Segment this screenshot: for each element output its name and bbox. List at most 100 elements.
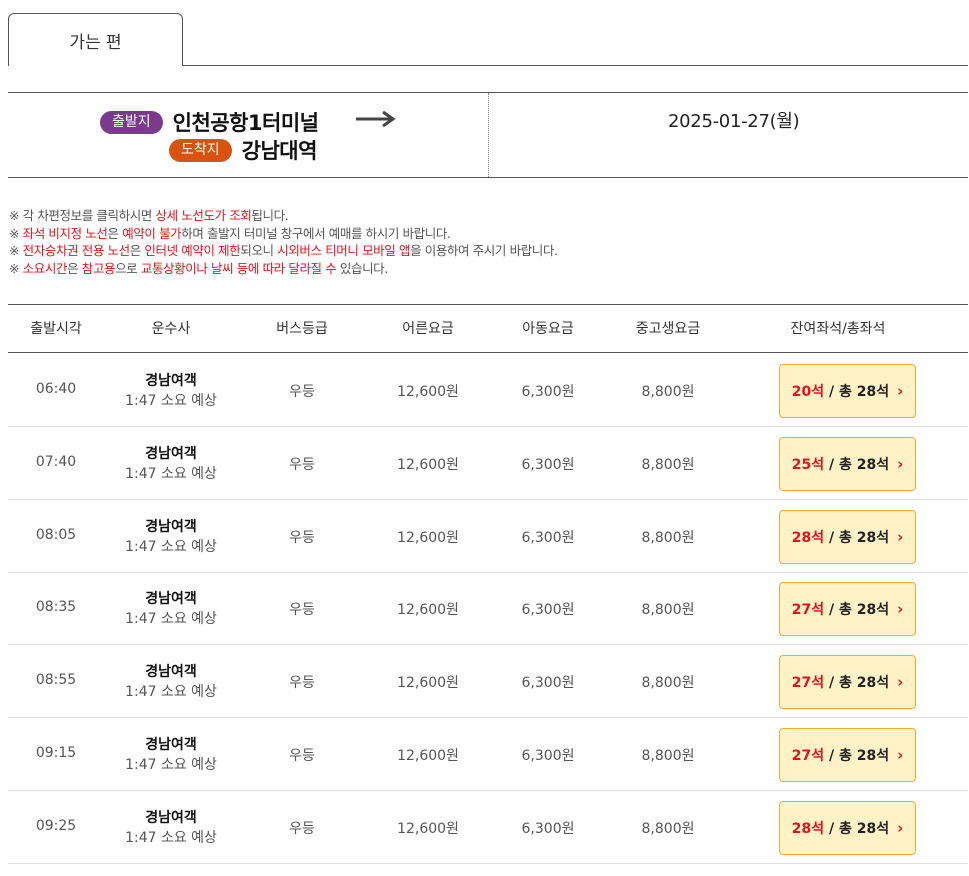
- estimated-duration: 1:47 소요 예상: [125, 611, 217, 628]
- notice-text: 하며 출발지 터미널 창구에서 예매를 하시기 바랍니다.: [181, 225, 451, 241]
- adult-fare: 12,600원: [397, 748, 459, 764]
- departure-time: 08:55: [35, 672, 77, 689]
- departure-badge: 출발지: [100, 110, 163, 134]
- notice-highlight: 소요시간: [22, 260, 68, 276]
- bus-grade: 우등: [289, 820, 315, 837]
- departure-row: 출발지 인천공항1터미널: [100, 107, 319, 137]
- estimated-duration: 1:47 소요 예상: [125, 684, 217, 701]
- seat-select-button[interactable]: 27석 / 총 28석 ›: [779, 582, 916, 637]
- child-fare: 6,300원: [521, 456, 575, 473]
- column-header: 버스등급: [276, 321, 328, 337]
- seat-select-button[interactable]: 27석 / 총 28석 ›: [779, 728, 916, 782]
- child-fare: 6,300원: [521, 384, 575, 400]
- youth-fare: 8,800원: [641, 675, 695, 692]
- remaining-seats: 25석: [791, 456, 825, 473]
- youth-fare: 8,800원: [641, 529, 695, 546]
- notice-line: ※ 소요시간은 참고용으로 교통상황이나 날씨 등에 따라 달라질 수 있습니다…: [9, 260, 558, 278]
- column-header: 어른요금: [402, 321, 454, 337]
- child-fare: 6,300원: [521, 748, 575, 764]
- table-row[interactable]: 08:55 경남여객 1:47 소요 예상 우등 12,600원 6,300원 8,800원…: [8, 645, 968, 719]
- notice-line: ※ 좌석 비지정 노선은 예약이 불가하며 출발지 터미널 창구에서 예매를 하…: [9, 225, 558, 243]
- table-header: 출발시각 운수사 버스등급 어른요금 아동요금 중고생요금 잔여좌석/총좌석: [8, 304, 968, 353]
- departure-time: 08:05: [35, 526, 77, 543]
- total-seats: / 총 28석: [824, 456, 890, 473]
- tab-outbound[interactable]: 가는 편: [8, 13, 183, 66]
- table-row[interactable]: 08:35 경남여객 1:47 소요 예상 우등 12,600원 6,300원 8,800원…: [8, 572, 968, 646]
- total-seats: / 총 28석: [824, 820, 890, 837]
- bus-company: 경남여객 1:47 소요 예상: [125, 808, 217, 848]
- notice-text: 은: [129, 243, 145, 258]
- notice-text: ※ 각 차편정보를 클릭하시면: [9, 208, 156, 223]
- bus-company: 경남여객 1:47 소요 예상: [125, 517, 217, 557]
- bus-company: 경남여객 1:47 소요 예상: [125, 444, 217, 484]
- bus-company: 경남여객 1:47 소요 예상: [125, 371, 217, 411]
- remaining-seats: 27석: [791, 748, 825, 764]
- company-name: 경남여객: [145, 809, 197, 826]
- adult-fare: 12,600원: [397, 675, 459, 692]
- bus-grade: 우등: [289, 602, 315, 619]
- estimated-duration: 1:47 소요 예상: [125, 538, 217, 555]
- notice-highlight: 상세 노선도가 조회: [155, 208, 252, 223]
- notice-text: 은: [107, 225, 123, 241]
- column-header: 중고생요금: [635, 321, 701, 337]
- bus-company: 경남여객 1:47 소요 예상: [125, 735, 217, 775]
- bus-grade: 우등: [289, 384, 315, 400]
- departure-time: 07:40: [35, 453, 77, 470]
- adult-fare: 12,600원: [397, 456, 459, 473]
- bus-company: 경남여객 1:47 소요 예상: [125, 662, 217, 702]
- notice-highlight: 인터넷 예약이 제한: [144, 243, 241, 258]
- total-seats: / 총 28석: [824, 675, 890, 692]
- notice-list: ※ 각 차편정보를 클릭하시면 상세 노선도가 조회됩니다. ※ 좌석 비지정 노…: [9, 207, 558, 277]
- estimated-duration: 1:47 소요 예상: [125, 757, 217, 773]
- departure-time: 09:15: [35, 745, 77, 761]
- company-name: 경남여객: [145, 591, 197, 608]
- notice-text: 되오니: [240, 243, 278, 258]
- notice-text: ※: [9, 260, 23, 276]
- company-name: 경남여객: [145, 518, 197, 535]
- column-header: 잔여좌석/총좌석: [790, 321, 886, 337]
- bus-company: 경남여객 1:47 소요 예상: [125, 589, 217, 629]
- adult-fare: 12,600원: [397, 820, 459, 837]
- table-row[interactable]: 07:40 경남여객 1:47 소요 예상 우등 12,600원 6,300원 8,800원…: [8, 427, 968, 500]
- column-header: 출발시각: [30, 321, 82, 337]
- notice-highlight: 시외버스 티머니 모바일 앱: [277, 243, 411, 258]
- notice-text: 은: [67, 260, 82, 276]
- company-name: 경남여객: [145, 445, 197, 462]
- bus-grade: 우등: [289, 675, 315, 692]
- departure-date: 2025-01-27(월): [668, 111, 800, 132]
- notice-highlight: 예약이 불가: [122, 225, 182, 241]
- child-fare: 6,300원: [521, 529, 575, 546]
- notice-text: ※: [9, 225, 23, 241]
- estimated-duration: 1:47 소요 예상: [125, 465, 217, 482]
- table-row[interactable]: 06:40 경남여객 1:47 소요 예상 우등 12,600원 6,300원 8,800원…: [8, 354, 968, 427]
- notice-line: ※ 각 차편정보를 클릭하시면 상세 노선도가 조회됩니다.: [9, 207, 558, 225]
- table-row[interactable]: 09:15 경남여객 1:47 소요 예상 우등 12,600원 6,300원 8,800원…: [8, 718, 968, 791]
- seat-select-button[interactable]: 28석 / 총 28석 ›: [779, 509, 916, 564]
- chevron-right-icon: ›: [897, 818, 904, 837]
- seat-select-button[interactable]: 27석 / 총 28석 ›: [779, 655, 916, 710]
- notice-line: ※ 전자승차권 전용 노선은 인터넷 예약이 제한되오니 시외버스 티머니 모바…: [9, 242, 558, 260]
- arrival-name: 강남대역: [241, 139, 318, 163]
- table-row[interactable]: 08:05 경남여객 1:47 소요 예상 우등 12,600원 6,300원 8,800원…: [8, 500, 968, 573]
- seat-select-button[interactable]: 28석 / 총 28석 ›: [779, 800, 916, 855]
- remaining-seats: 28석: [791, 529, 825, 546]
- departure-time: 09:25: [35, 817, 77, 834]
- child-fare: 6,300원: [521, 820, 575, 837]
- table-row[interactable]: 09:25 경남여객 1:47 소요 예상 우등 12,600원 6,300원 8,800원…: [8, 791, 968, 864]
- chevron-right-icon: ›: [897, 382, 904, 400]
- remaining-seats: 27석: [791, 602, 825, 619]
- arrival-badge: 도착지: [169, 138, 232, 162]
- departure-time: 06:40: [35, 381, 77, 397]
- right-arrow-icon: [356, 110, 396, 128]
- youth-fare: 8,800원: [641, 748, 695, 764]
- notice-text: 됩니다.: [251, 208, 289, 223]
- adult-fare: 12,600원: [397, 602, 459, 619]
- seat-select-button[interactable]: 20석 / 총 28석 ›: [779, 364, 916, 418]
- remaining-seats: 28석: [791, 820, 825, 837]
- seat-select-button[interactable]: 25석 / 총 28석 ›: [779, 436, 916, 491]
- notice-text: 으로: [115, 260, 141, 276]
- column-header: 아동요금: [522, 321, 574, 337]
- company-name: 경남여객: [145, 373, 197, 389]
- estimated-duration: 1:47 소요 예상: [125, 393, 217, 409]
- company-name: 경남여객: [145, 664, 197, 681]
